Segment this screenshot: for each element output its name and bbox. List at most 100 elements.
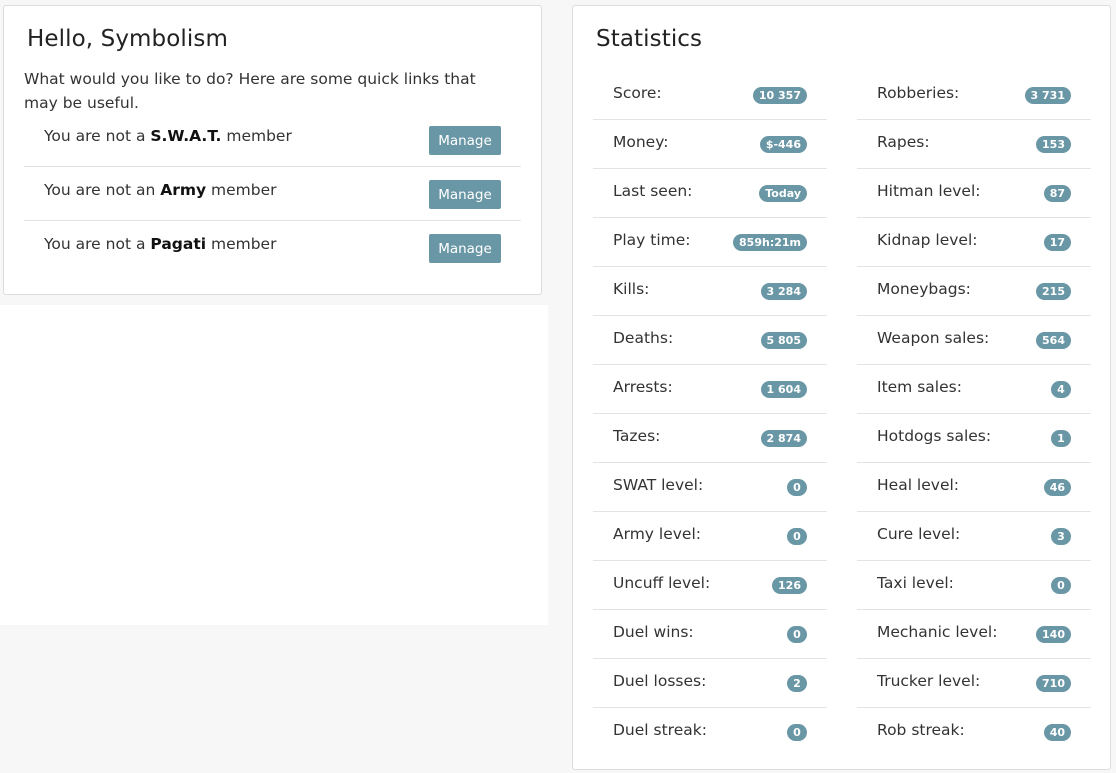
manage-army-button[interactable]: Manage bbox=[429, 180, 501, 209]
stat-row: Money: $-446 bbox=[593, 120, 827, 169]
stat-row: Duel losses: 2 bbox=[593, 659, 827, 708]
stat-row: Hotdogs sales: 1 bbox=[857, 414, 1091, 463]
stat-label: Uncuff level: bbox=[613, 574, 711, 592]
stat-row: Rapes: 153 bbox=[857, 120, 1091, 169]
stat-label: Moneybags: bbox=[877, 280, 971, 298]
stat-value-badge: 859h:21m bbox=[733, 234, 807, 251]
stat-label: Weapon sales: bbox=[877, 329, 990, 347]
stat-label: Item sales: bbox=[877, 378, 962, 396]
stat-label: Kills: bbox=[613, 280, 650, 298]
welcome-intro: What would you like to do? Here are some… bbox=[24, 70, 476, 112]
manage-pagati-button[interactable]: Manage bbox=[429, 234, 501, 263]
statistics-title: Statistics bbox=[596, 26, 703, 52]
stat-value-badge: 3 284 bbox=[760, 283, 807, 300]
stat-value-badge: 710 bbox=[1036, 675, 1071, 692]
stat-row: Uncuff level: 126 bbox=[593, 561, 827, 610]
welcome-card: Hello, Symbolism What would you like to … bbox=[3, 5, 542, 295]
stat-value-badge: 3 bbox=[1051, 528, 1071, 545]
stat-value-badge: 0 bbox=[787, 626, 807, 643]
stat-label: Kidnap level: bbox=[877, 231, 978, 249]
membership-list: You are not a S.W.A.T. member Manage You… bbox=[24, 113, 521, 275]
stat-value-badge: Today bbox=[759, 185, 807, 202]
stat-label: Taxi level: bbox=[877, 574, 954, 592]
stat-value-badge: 153 bbox=[1036, 136, 1071, 153]
blank-area bbox=[0, 305, 548, 625]
membership-text: You are not a Pagati member bbox=[44, 235, 277, 253]
stat-label: Duel wins: bbox=[613, 623, 694, 641]
stat-row: Rob streak: 40 bbox=[857, 708, 1091, 757]
stat-row: Mechanic level: 140 bbox=[857, 610, 1091, 659]
stat-label: Money: bbox=[613, 133, 669, 151]
stat-value-badge: 140 bbox=[1036, 626, 1071, 643]
stat-row: Kidnap level: 17 bbox=[857, 218, 1091, 267]
stat-row: Kills: 3 284 bbox=[593, 267, 827, 316]
stat-row: Trucker level: 710 bbox=[857, 659, 1091, 708]
stat-value-badge: 0 bbox=[787, 528, 807, 545]
stat-label: Trucker level: bbox=[877, 672, 981, 690]
membership-text: You are not an Army member bbox=[44, 181, 277, 199]
membership-row-pagati: You are not a Pagati member Manage bbox=[24, 221, 521, 275]
stat-row: Weapon sales: 564 bbox=[857, 316, 1091, 365]
stat-row: Cure level: 3 bbox=[857, 512, 1091, 561]
stat-label: Deaths: bbox=[613, 329, 674, 347]
stat-row: Duel streak: 0 bbox=[593, 708, 827, 757]
stat-row: Moneybags: 215 bbox=[857, 267, 1091, 316]
stat-value-badge: 17 bbox=[1043, 234, 1071, 251]
stat-value-badge: 87 bbox=[1043, 185, 1071, 202]
stat-label: Hotdogs sales: bbox=[877, 427, 992, 445]
stat-row: Item sales: 4 bbox=[857, 365, 1091, 414]
stats-column-left: Score: 10 357 Money: $-446 Last seen: Today Pl… bbox=[593, 71, 827, 757]
stat-value-badge: 46 bbox=[1043, 479, 1071, 496]
stat-row: Hitman level: 87 bbox=[857, 169, 1091, 218]
stat-row: Score: 10 357 bbox=[593, 71, 827, 120]
stat-value-badge: 10 357 bbox=[752, 87, 807, 104]
stat-value-badge: 5 805 bbox=[760, 332, 807, 349]
stat-value-badge: 0 bbox=[787, 724, 807, 741]
stat-label: Duel losses: bbox=[613, 672, 707, 690]
stat-row: Duel wins: 0 bbox=[593, 610, 827, 659]
welcome-title: Hello, Symbolism bbox=[27, 26, 228, 52]
statistics-card: Statistics Score: 10 357 Money: $-446 Last s… bbox=[572, 5, 1111, 770]
stat-value-badge: 3 731 bbox=[1024, 87, 1071, 104]
stat-label: Robberies: bbox=[877, 84, 960, 102]
manage-swat-button[interactable]: Manage bbox=[429, 126, 501, 155]
stat-value-badge: 2 bbox=[787, 675, 807, 692]
stat-value-badge: 126 bbox=[772, 577, 807, 594]
stat-label: Army level: bbox=[613, 525, 701, 543]
stat-row: Heal level: 46 bbox=[857, 463, 1091, 512]
membership-row-army: You are not an Army member Manage bbox=[24, 167, 521, 221]
stat-label: Last seen: bbox=[613, 182, 693, 200]
membership-text: You are not a S.W.A.T. member bbox=[44, 127, 292, 145]
stat-label: Score: bbox=[613, 84, 662, 102]
stat-value-badge: 215 bbox=[1036, 283, 1071, 300]
stat-row: Play time: 859h:21m bbox=[593, 218, 827, 267]
stat-label: Play time: bbox=[613, 231, 691, 249]
stat-value-badge: 40 bbox=[1043, 724, 1071, 741]
stat-row: Arrests: 1 604 bbox=[593, 365, 827, 414]
stat-value-badge: $-446 bbox=[759, 136, 807, 153]
stat-label: Heal level: bbox=[877, 476, 960, 494]
stat-value-badge: 564 bbox=[1036, 332, 1071, 349]
stat-label: Tazes: bbox=[613, 427, 661, 445]
stat-label: SWAT level: bbox=[613, 476, 704, 494]
stat-label: Hitman level: bbox=[877, 182, 981, 200]
stat-value-badge: 1 604 bbox=[760, 381, 807, 398]
stat-label: Duel streak: bbox=[613, 721, 707, 739]
stat-label: Arrests: bbox=[613, 378, 673, 396]
stat-row: Last seen: Today bbox=[593, 169, 827, 218]
stat-value-badge: 0 bbox=[1051, 577, 1071, 594]
stat-value-badge: 2 874 bbox=[760, 430, 807, 447]
stat-value-badge: 0 bbox=[787, 479, 807, 496]
stat-value-badge: 4 bbox=[1051, 381, 1071, 398]
stat-label: Mechanic level: bbox=[877, 623, 998, 641]
stat-row: Army level: 0 bbox=[593, 512, 827, 561]
stat-row: Taxi level: 0 bbox=[857, 561, 1091, 610]
stat-label: Rapes: bbox=[877, 133, 930, 151]
stat-label: Cure level: bbox=[877, 525, 961, 543]
stat-label: Rob streak: bbox=[877, 721, 965, 739]
stat-row: Tazes: 2 874 bbox=[593, 414, 827, 463]
stats-column-right: Robberies: 3 731 Rapes: 153 Hitman level: 87 K… bbox=[857, 71, 1091, 757]
stat-row: Deaths: 5 805 bbox=[593, 316, 827, 365]
stat-row: SWAT level: 0 bbox=[593, 463, 827, 512]
membership-row-swat: You are not a S.W.A.T. member Manage bbox=[24, 113, 521, 167]
